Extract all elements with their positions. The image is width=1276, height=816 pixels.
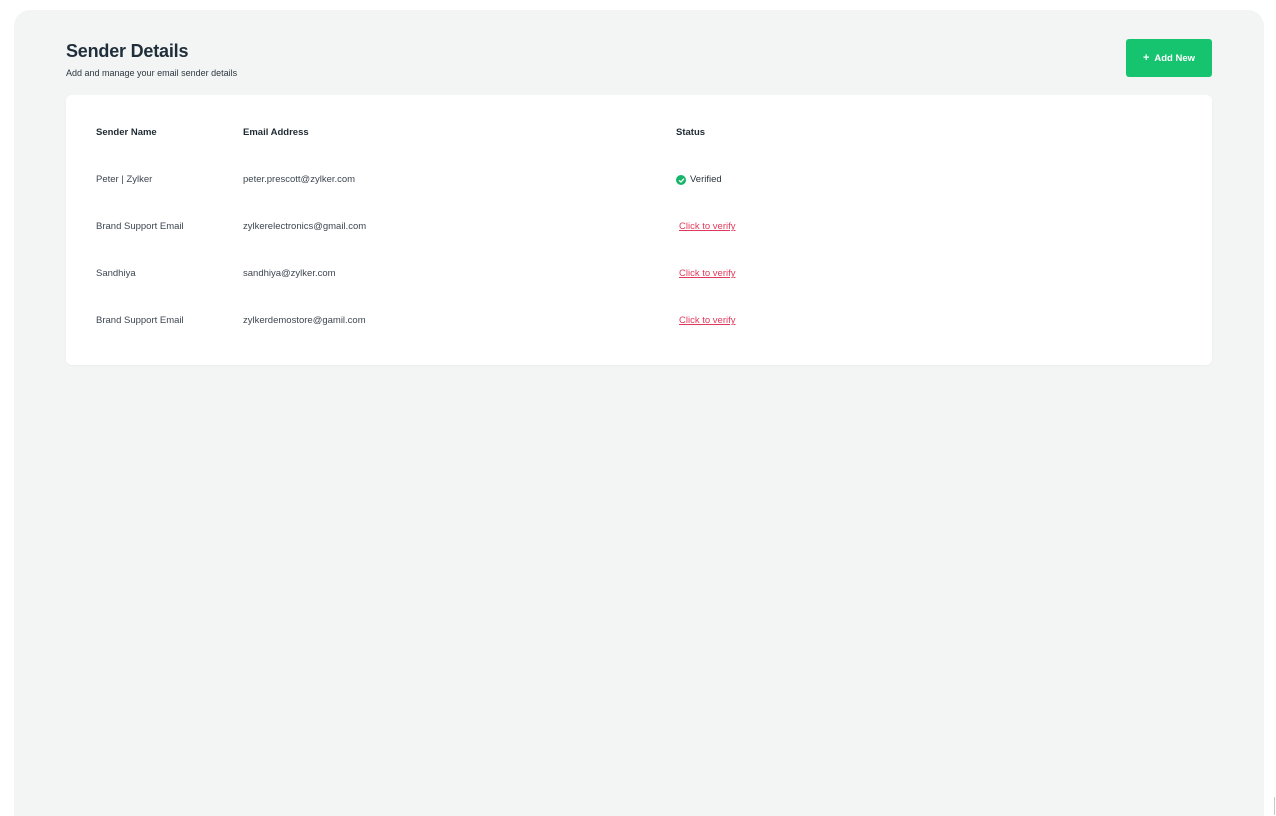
- table-row: Sandhiya sandhiya@zylker.com Click to ve…: [66, 264, 1212, 284]
- table-row: Brand Support Email zylkerelectronics@gm…: [66, 217, 1212, 237]
- main-panel: Sender Details Add and manage your email…: [14, 10, 1264, 816]
- check-circle-icon: [676, 175, 686, 185]
- sender-email: zylkerelectronics@gmail.com: [243, 221, 367, 232]
- column-header-status: Status: [676, 127, 706, 138]
- column-header-email-address: Email Address: [243, 127, 309, 138]
- sender-table: Sender Name Email Address Status Peter |…: [66, 95, 1212, 365]
- sender-name: Brand Support Email: [96, 221, 184, 232]
- table-row: Peter | Zylker peter.prescott@zylker.com…: [66, 170, 1212, 190]
- click-to-verify-link[interactable]: Click to verify: [679, 217, 735, 237]
- page-subtitle: Add and manage your email sender details: [66, 68, 238, 78]
- sender-email: zylkerdemostore@gamil.com: [243, 315, 366, 326]
- sender-name: Sandhiya: [96, 268, 136, 279]
- scrollbar[interactable]: [1274, 797, 1275, 815]
- sender-email: peter.prescott@zylker.com: [243, 174, 356, 185]
- sender-name: Brand Support Email: [96, 315, 184, 326]
- plus-icon: +: [1142, 51, 1150, 64]
- click-to-verify-link[interactable]: Click to verify: [679, 311, 735, 331]
- sender-name: Peter | Zylker: [96, 174, 153, 185]
- add-new-button[interactable]: + Add New: [1126, 39, 1212, 77]
- click-to-verify-link[interactable]: Click to verify: [679, 264, 735, 284]
- add-new-label: Add New: [1154, 52, 1196, 64]
- status-text: Verified: [690, 174, 722, 185]
- sender-email: sandhiya@zylker.com: [243, 268, 336, 279]
- column-header-sender-name: Sender Name: [96, 127, 157, 138]
- table-row: Brand Support Email zylkerdemostore@gami…: [66, 311, 1212, 331]
- table-header: Sender Name Email Address Status: [66, 123, 1212, 143]
- page-title: Sender Details: [66, 41, 189, 61]
- status-badge: Verified: [676, 170, 722, 190]
